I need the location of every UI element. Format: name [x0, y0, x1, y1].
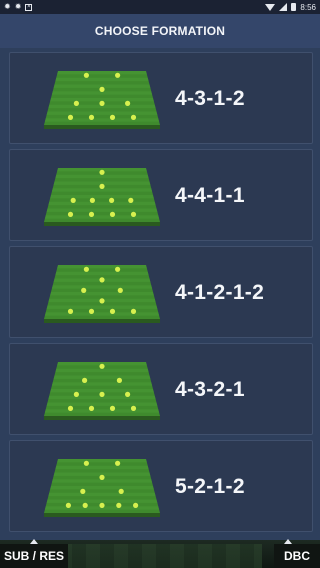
player-dot — [109, 197, 115, 203]
formation-pitch-icon — [44, 362, 160, 420]
formation-label: 4-3-1-2 — [175, 87, 245, 110]
player-dot — [109, 405, 116, 411]
player-dot — [115, 72, 121, 78]
wifi-icon — [265, 3, 276, 11]
player-dot — [99, 183, 105, 189]
player-dot — [99, 277, 105, 283]
player-dot — [82, 377, 88, 383]
bug-icon: ✹ — [4, 2, 11, 11]
status-time: 8:56 — [300, 2, 316, 12]
player-dot — [116, 377, 122, 383]
pitch-strip — [58, 544, 262, 568]
player-dot — [88, 405, 95, 411]
player-dot — [128, 197, 134, 203]
formation-pitch-icon — [44, 168, 160, 226]
player-dot — [73, 100, 79, 106]
player-dot — [65, 502, 71, 508]
player-dot — [109, 308, 116, 314]
status-bar-left: ✹ ✹ × — [4, 2, 33, 11]
player-dot — [115, 266, 121, 272]
formation-card[interactable]: 4-1-2-1-2 — [9, 246, 313, 338]
formation-label: 5-2-1-2 — [175, 475, 245, 498]
player-dot — [109, 211, 116, 217]
player-dot — [81, 287, 87, 293]
player-dot — [99, 100, 105, 106]
sub-res-button[interactable]: SUB / RES — [0, 544, 68, 568]
player-dot — [99, 298, 105, 304]
notification-box-icon: × — [25, 3, 33, 11]
player-dot — [117, 287, 123, 293]
player-dot — [116, 502, 122, 508]
player-dot — [130, 114, 137, 120]
player-dot — [67, 308, 74, 314]
player-dot — [67, 211, 74, 217]
player-dot — [130, 211, 137, 217]
formation-card[interactable]: 5-2-1-2 — [9, 440, 313, 532]
player-dot — [88, 211, 95, 217]
player-dot — [99, 363, 105, 369]
status-bar-right: 8:56 — [265, 3, 316, 12]
player-dot — [125, 100, 131, 106]
player-dot — [133, 502, 139, 508]
formation-card[interactable]: 4-3-2-1 — [9, 343, 313, 435]
player-dot — [99, 169, 105, 175]
formation-label: 4-4-1-1 — [175, 184, 245, 207]
player-dot — [83, 460, 89, 466]
player-dot — [99, 474, 105, 480]
player-dot — [118, 488, 124, 494]
player-dot — [80, 488, 86, 494]
page-title: CHOOSE FORMATION — [0, 14, 320, 48]
player-dot — [83, 266, 89, 272]
player-dot — [67, 114, 74, 120]
dbc-button[interactable]: DBC — [274, 544, 320, 568]
player-dot — [88, 308, 95, 314]
formation-pitch-icon — [44, 265, 160, 323]
battery-icon — [291, 3, 297, 11]
player-dot — [115, 460, 121, 466]
formation-card[interactable]: 4-3-1-2 — [9, 52, 313, 144]
formation-pitch-icon — [44, 459, 160, 517]
player-dot — [99, 86, 105, 92]
player-dot — [67, 405, 74, 411]
formation-label: 4-3-2-1 — [175, 378, 245, 401]
formation-pitch-icon — [44, 71, 160, 129]
player-dot — [70, 197, 76, 203]
player-dot — [88, 114, 95, 120]
status-bar: ✹ ✹ × 8:56 — [0, 0, 320, 14]
player-dot — [125, 391, 131, 397]
signal-icon — [279, 3, 288, 11]
player-dot — [109, 114, 116, 120]
formation-label: 4-1-2-1-2 — [175, 281, 265, 304]
formation-card[interactable]: 4-4-1-1 — [9, 149, 313, 241]
player-dot — [99, 502, 105, 508]
player-dot — [89, 197, 95, 203]
player-dot — [99, 391, 105, 397]
bug-icon: ✹ — [14, 2, 22, 11]
player-dot — [130, 308, 137, 314]
player-dot — [73, 391, 79, 397]
player-dot — [82, 502, 88, 508]
player-dot — [83, 72, 89, 78]
player-dot — [130, 405, 137, 411]
